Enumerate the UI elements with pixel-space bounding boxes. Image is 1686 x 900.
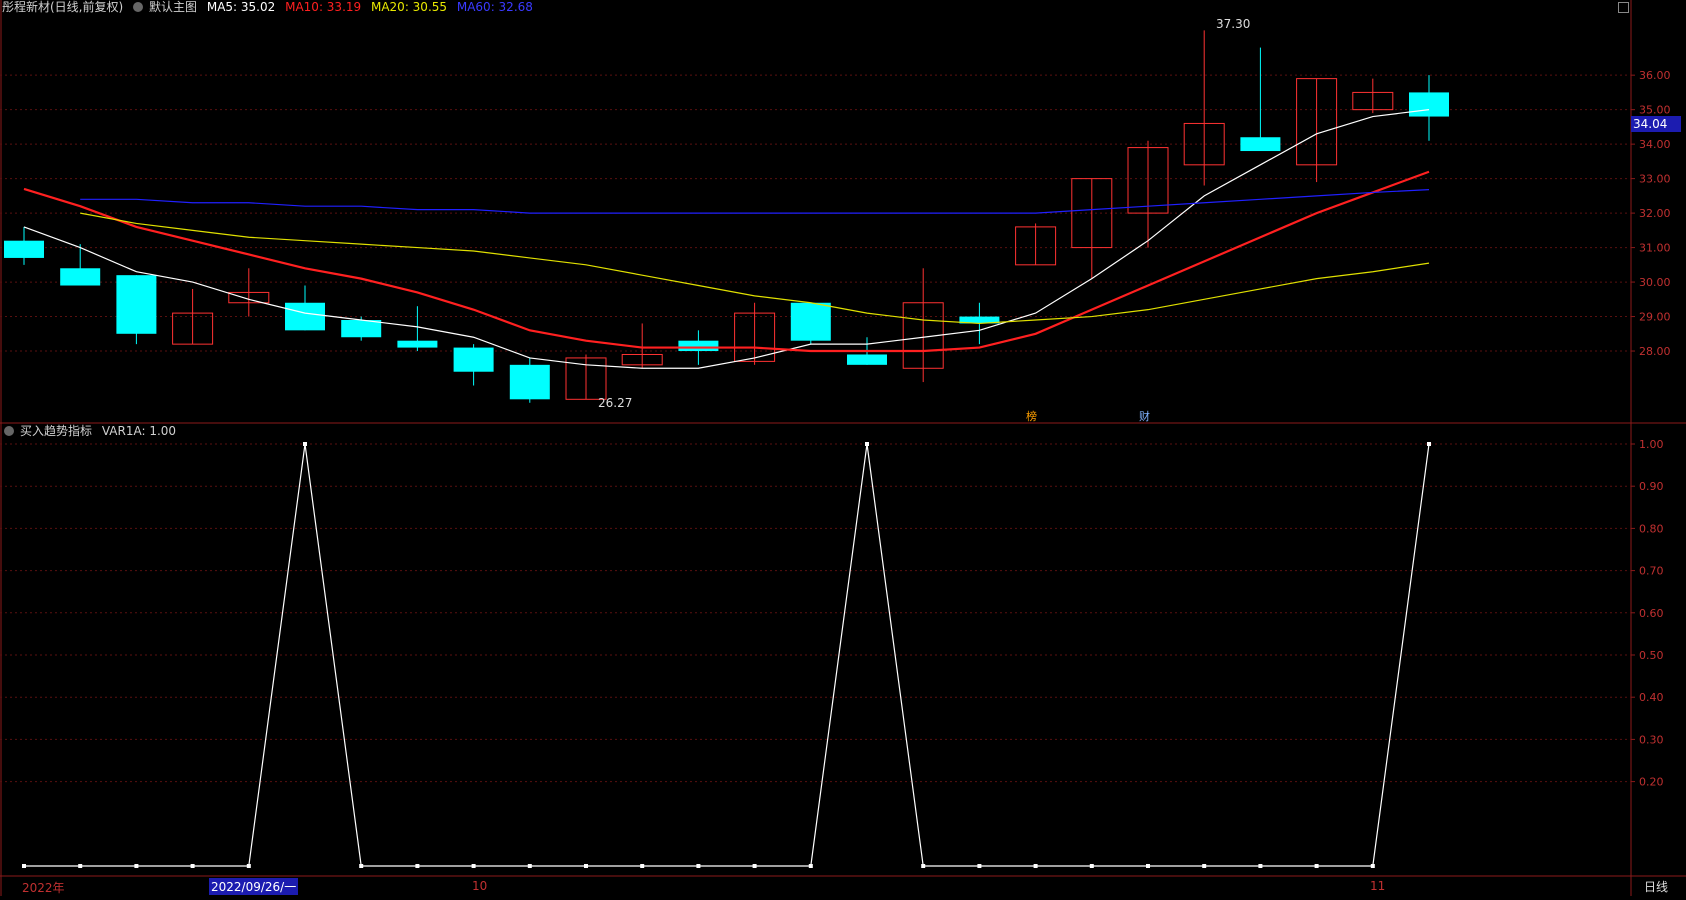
var1a-point [977,864,982,868]
var1a-point [865,442,869,446]
var1a-point [78,864,83,868]
var1a-point [415,864,420,868]
sub-y-tick-label: 0.20 [1639,776,1664,789]
y-tick-label: 29.00 [1639,311,1671,324]
y-tick-label: 32.00 [1639,207,1671,220]
indicator-toggle-icon[interactable] [133,2,144,12]
x-label-year: 2022年 [22,881,65,895]
sub-indicator-name[interactable]: 买入趋势指标 [20,424,92,438]
ma60-value: MA60: 32.68 [456,0,533,14]
var1a-point [1146,864,1150,868]
y-tick-label: 28.00 [1639,345,1671,358]
sub-y-tick-label: 0.40 [1639,691,1664,704]
var1a-point [584,864,588,868]
var1a-point [134,864,139,868]
x-label-oct: 10 [472,879,488,893]
candle-body [453,347,494,372]
low-label: 26.27 [598,396,633,410]
y-tick-label: 36.00 [1639,69,1671,82]
period-label[interactable]: 日线 [1644,878,1668,895]
x-label-selected-date: 2022/09/26/一 [209,878,299,895]
ma-line-ma60 [80,189,1430,214]
indicator-name[interactable]: 默认主图 [149,0,197,14]
x-label-nov: 11 [1370,879,1386,893]
var1a-point [696,864,701,868]
var1a-point [1314,864,1319,868]
sub-y-tick-label: 1.00 [1639,438,1664,451]
window-icon[interactable] [1618,2,1629,13]
y-tick-label: 31.00 [1639,242,1671,255]
high-label: 37.30 [1216,17,1251,31]
event-marker-cai[interactable]: 财 [1139,408,1150,424]
var1a-point [752,864,757,868]
var1a-point [190,864,195,868]
var1a-point [1089,864,1094,868]
sub-indicator-toggle-icon[interactable] [4,426,14,436]
sub-y-tick-label: 0.90 [1639,480,1664,493]
y-tick-label: 34.00 [1639,138,1671,151]
sub-y-tick-label: 0.80 [1639,522,1664,535]
sub-y-tick-label: 0.70 [1639,565,1664,578]
ma10-value: MA10: 33.19 [285,0,362,14]
var1a-value: VAR1A: 1.00 [101,424,177,438]
var1a-point [1202,864,1207,868]
var1a-point [471,864,476,868]
var1a-point [527,864,532,868]
sub-y-tick-label: 0.60 [1639,607,1664,620]
chart-svg: 28.00 29.00 30.00 31.00 32.00 33.00 34.00 35.00… [0,0,1686,896]
chart-stage: 28.00 29.00 30.00 31.00 32.00 33.00 34.00 35.00… [0,0,1686,896]
candle-body [4,240,44,258]
candle-body [678,340,719,352]
var1a-point [246,864,251,868]
ma-line-ma5 [23,109,1430,369]
candle-body [1240,137,1281,152]
candle-body [509,364,550,400]
var1a-point [359,864,364,868]
candle-body [341,320,382,338]
var1a-point [808,864,813,868]
ma20-value: MA20: 30.55 [370,0,448,14]
stock-title: 彤程新材(日线,前复权) [2,0,124,14]
event-marker-bang[interactable]: 榜 [1026,408,1037,424]
price-tag: 34.04 [1631,116,1681,132]
var1a-point [921,864,926,868]
candle-body [60,268,101,286]
candle-body [790,302,831,341]
ma-line-ma10 [23,170,1430,353]
var1a-point [1427,442,1431,446]
y-tick-label: 33.00 [1639,173,1671,186]
var1a-point [1258,864,1263,868]
sub-y-tick-label: 0.50 [1639,649,1664,662]
ma5-value: MA5: 35.02 [206,0,276,14]
candle-body [847,354,887,365]
var1a-point [1370,864,1375,868]
var1a-point [303,442,307,446]
main-chart-header: 彤程新材(日线,前复权) 默认主图 MA5: 35.02 MA10: 33.19… [2,0,539,14]
sub-chart-header: 买入趋势指标 VAR1A: 1.00 [4,424,182,438]
var1a-point [22,864,26,868]
sub-y-tick-label: 0.30 [1639,733,1664,746]
candle-body [285,302,325,331]
candle-body [1409,92,1449,117]
var1a-point [1033,864,1038,868]
var1a-point [640,864,645,868]
y-tick-label: 30.00 [1639,276,1671,289]
y-tick-label: 35.00 [1639,104,1671,117]
candle-body [116,275,157,334]
candle-body [397,340,438,348]
